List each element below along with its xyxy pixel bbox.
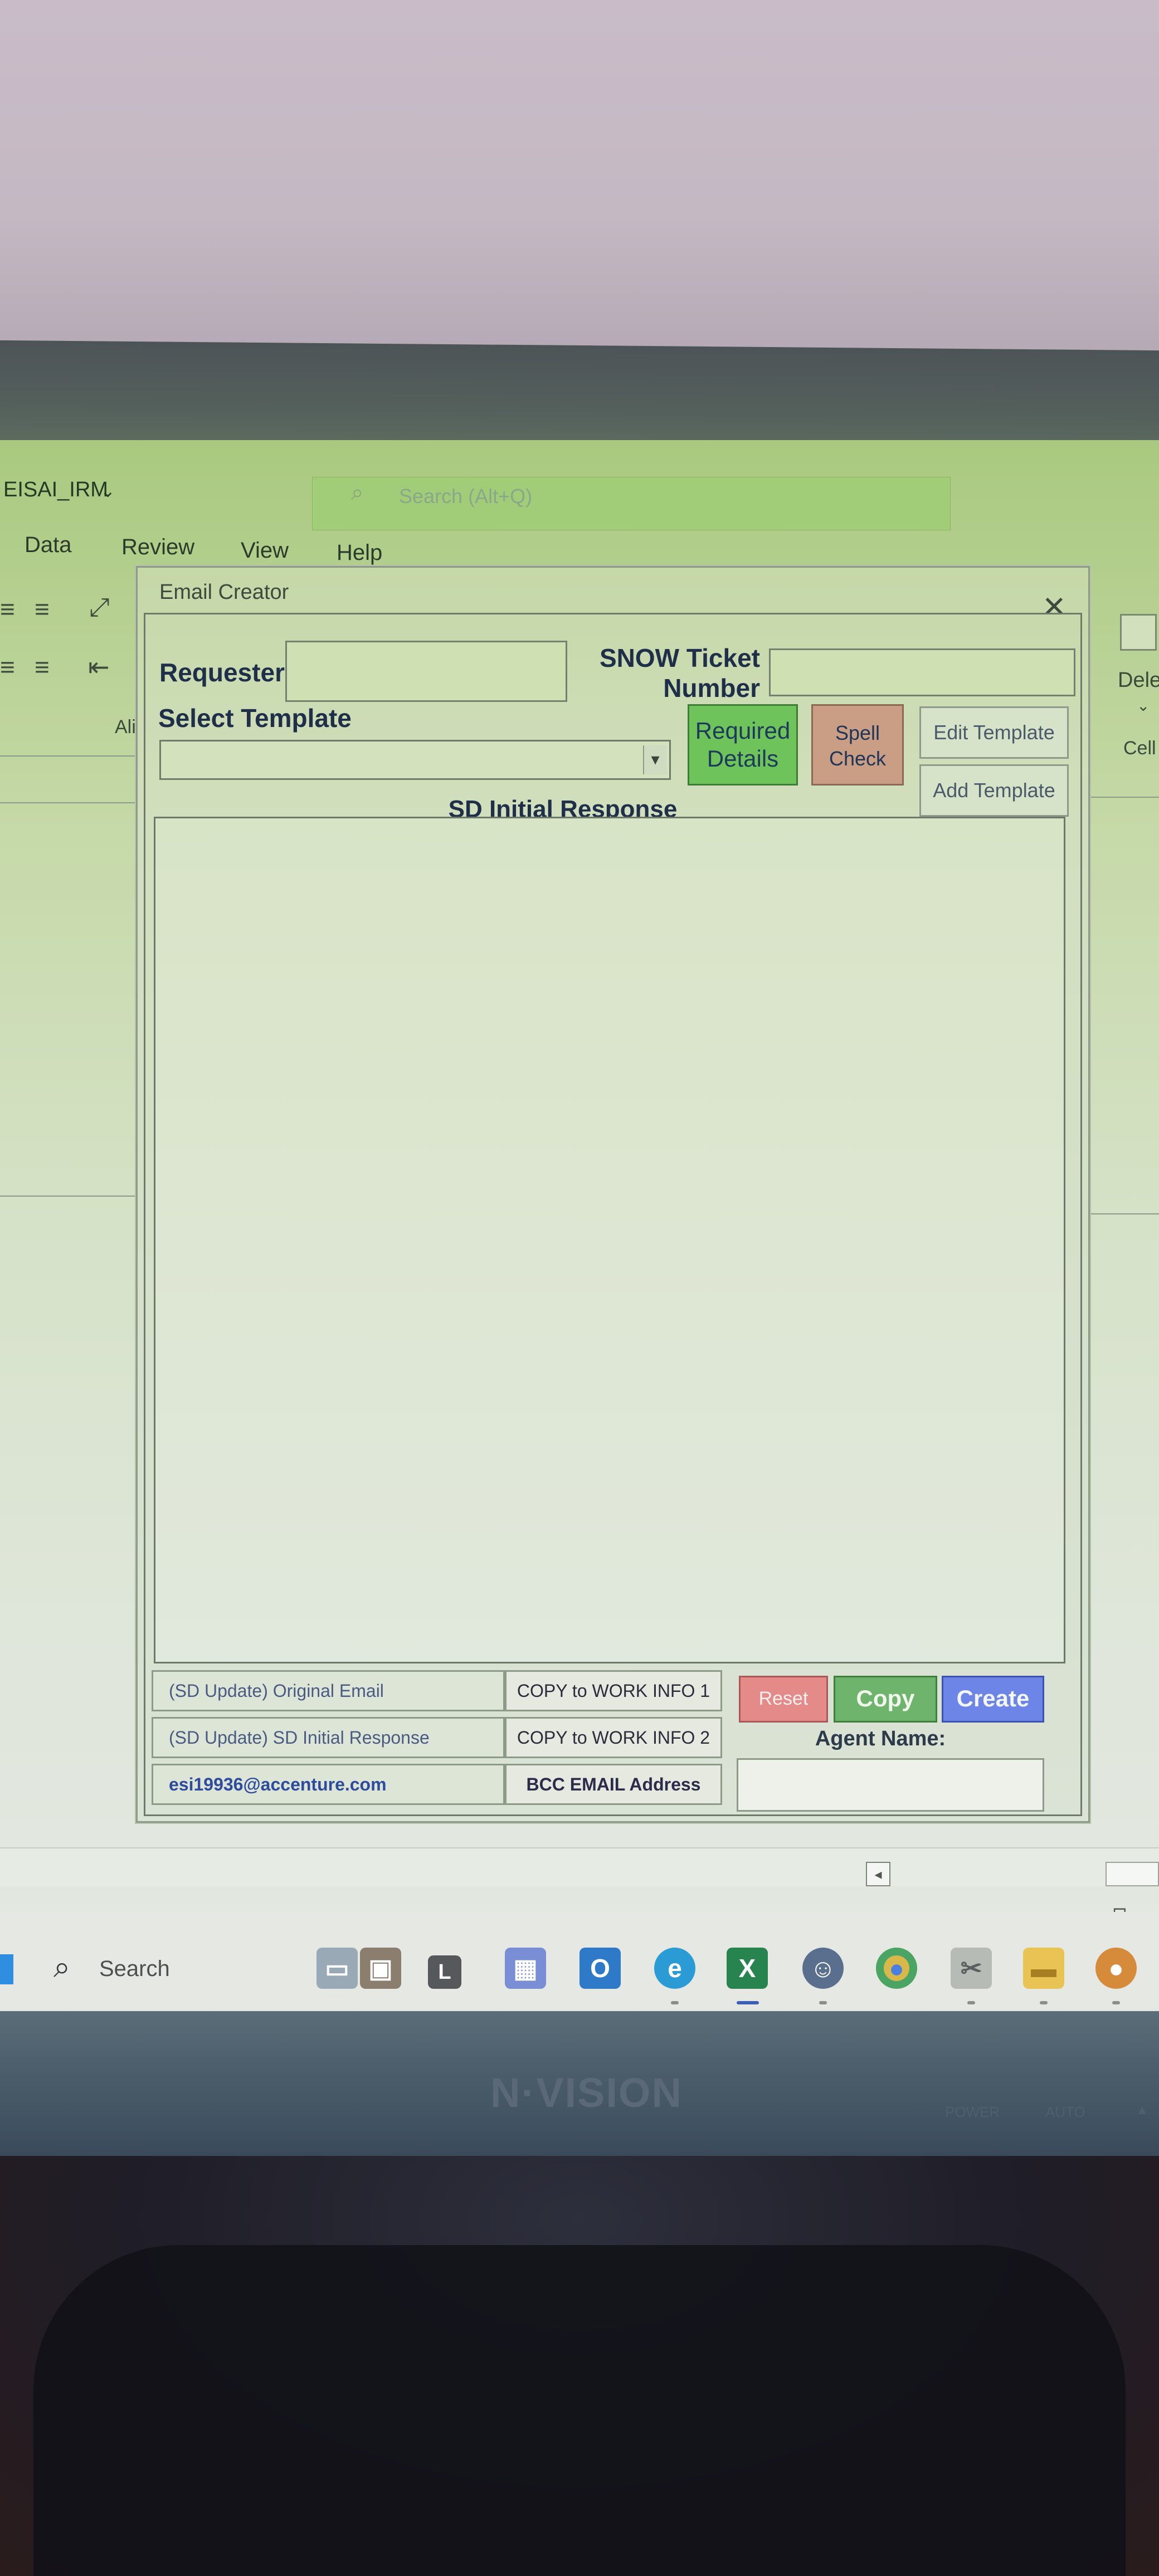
- chevron-down-icon[interactable]: ⌄: [1137, 696, 1150, 715]
- taskbar-search-label: Search: [99, 1957, 170, 1981]
- original-email-field[interactable]: (SD Update) Original Email: [152, 1670, 505, 1711]
- spell-check-button[interactable]: Spell Check: [811, 704, 904, 786]
- edit-template-button[interactable]: Edit Template: [919, 706, 1069, 759]
- background-wall: [0, 0, 1159, 357]
- avatar-icon[interactable]: ●: [1095, 1948, 1137, 1989]
- file-explorer-icon[interactable]: ▭: [316, 1948, 358, 1989]
- select-template-label: Select Template: [158, 704, 352, 733]
- power-button-label: POWER: [945, 2104, 1000, 2120]
- sd-initial-response-field[interactable]: (SD Update) SD Initial Response: [152, 1717, 505, 1758]
- ribbon-delete-label[interactable]: Dele: [1118, 669, 1159, 692]
- tab-data[interactable]: Data: [25, 533, 72, 558]
- template-select[interactable]: [159, 740, 671, 780]
- reset-button[interactable]: Reset: [739, 1676, 828, 1723]
- bcc-email-field[interactable]: esi19936@accenture.com: [152, 1764, 505, 1805]
- spell-check-line1: Spell: [835, 721, 880, 744]
- required-details-line2: Details: [707, 745, 779, 772]
- requester-label: Requester: [159, 658, 285, 687]
- format-cells-icon[interactable]: [1120, 614, 1157, 651]
- edge-icon[interactable]: e: [654, 1948, 695, 1989]
- running-indicator: [967, 2001, 975, 2004]
- folder-icon[interactable]: ▬: [1023, 1948, 1064, 1989]
- briefcase-icon[interactable]: ▣: [360, 1948, 401, 1989]
- tab-help[interactable]: Help: [337, 540, 382, 565]
- tab-review[interactable]: Review: [121, 535, 194, 560]
- notepad-icon[interactable]: L: [428, 1955, 461, 1989]
- chevron-down-icon[interactable]: ▾: [643, 745, 666, 774]
- response-textarea[interactable]: [154, 817, 1065, 1663]
- document-title[interactable]: EISAI_IRM: [3, 478, 108, 502]
- ribbon-cells-group-label: Cell: [1123, 738, 1156, 759]
- snipping-tool-icon[interactable]: ✂: [951, 1948, 992, 1989]
- taskbar-search[interactable]: [46, 1943, 313, 1999]
- agent-name-label: Agent Name:: [815, 1727, 946, 1750]
- ribbon-alignment-group-label: Ali: [115, 716, 136, 738]
- auto-button-label: AUTO: [1045, 2104, 1085, 2120]
- tab-view[interactable]: View: [241, 538, 289, 563]
- snow-ticket-label-line2: Number: [663, 674, 760, 702]
- up-arrow-icon: ▲: [1136, 2102, 1149, 2118]
- required-details-button[interactable]: Required Details: [688, 704, 798, 786]
- calendar-icon[interactable]: ▦: [505, 1948, 546, 1989]
- ribbon-divider: [0, 755, 145, 757]
- copy-button[interactable]: Copy: [834, 1676, 937, 1723]
- dialog-title: Email Creator: [159, 580, 289, 604]
- monitor-bezel-top: [0, 340, 1159, 451]
- requester-input[interactable]: [285, 641, 567, 702]
- excel-icon[interactable]: X: [727, 1948, 768, 1989]
- people-icon[interactable]: ☺: [802, 1948, 844, 1989]
- formula-bar-divider: [0, 802, 145, 803]
- required-details-line1: Required: [695, 718, 791, 744]
- active-indicator: [737, 2001, 759, 2004]
- agent-name-input[interactable]: [737, 1758, 1044, 1812]
- spell-check-line2: Check: [829, 747, 887, 770]
- outlook-icon[interactable]: O: [580, 1948, 621, 1989]
- running-indicator: [1040, 2001, 1048, 2004]
- add-template-button[interactable]: Add Template: [919, 764, 1069, 817]
- bcc-email-button[interactable]: BCC EMAIL Address: [505, 1764, 722, 1805]
- running-indicator: [671, 2001, 679, 2004]
- running-indicator: [819, 2001, 827, 2004]
- running-indicator: [1112, 2001, 1120, 2004]
- snow-ticket-label-line1: SNOW Ticket: [600, 643, 760, 672]
- copy-work-info-2-button[interactable]: COPY to WORK INFO 2: [505, 1717, 722, 1758]
- sheet-gridline: [0, 1196, 145, 1197]
- copy-work-info-1-button[interactable]: COPY to WORK INFO 1: [505, 1670, 722, 1711]
- sheet-scrollbar-area: [0, 1847, 1159, 1886]
- horizontal-scrollbar[interactable]: [1106, 1862, 1159, 1886]
- start-button[interactable]: [0, 1954, 13, 1984]
- snow-ticket-label: SNOW Ticket Number: [591, 643, 760, 703]
- create-button[interactable]: Create: [942, 1676, 1044, 1723]
- chrome-icon[interactable]: ●: [876, 1948, 917, 1989]
- excel-search-placeholder: Search (Alt+Q): [399, 485, 533, 508]
- search-icon: ⌕: [351, 480, 364, 505]
- sheet-scroll-left-button[interactable]: ◂: [866, 1862, 890, 1886]
- monitor-brand-logo: N·VISION: [490, 2070, 683, 2116]
- ribbon-tabs: Data Review View Help: [0, 529, 1159, 568]
- chevron-down-icon[interactable]: ⌄: [100, 480, 115, 501]
- snow-ticket-input[interactable]: [769, 648, 1075, 696]
- monitor-stand: [33, 2245, 1126, 2576]
- search-icon: ⌕: [53, 1950, 71, 1984]
